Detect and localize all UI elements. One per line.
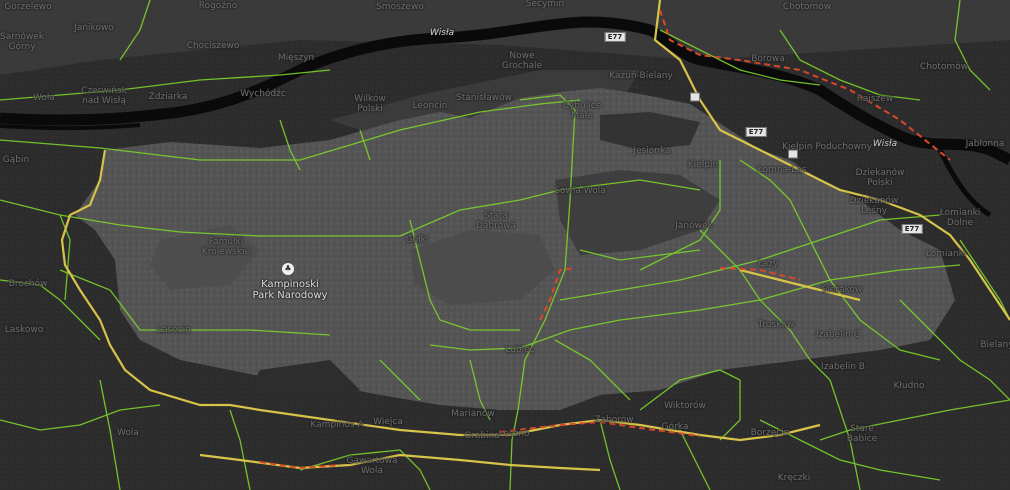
place-label[interactable]: Kiełpin Poduchowny	[782, 142, 872, 152]
place-label[interactable]: Chotomów	[920, 62, 968, 72]
place-label[interactable]: Zdziarka	[149, 92, 188, 102]
place-label[interactable]: Smoszewo	[376, 2, 424, 12]
place-label[interactable]: Wychódźc	[240, 89, 286, 99]
place-label[interactable]: Borzęcin	[751, 428, 790, 438]
place-label[interactable]: Łazy	[758, 259, 779, 269]
place-label[interactable]: Chociszewo	[187, 41, 240, 51]
place-label[interactable]: Jabłonna	[966, 139, 1005, 149]
river-label: Wisła	[429, 28, 455, 38]
river-label: Wisła	[872, 139, 898, 149]
place-label[interactable]: Kręczki	[778, 473, 811, 483]
place-label[interactable]: Chotomów	[783, 2, 831, 12]
place-label[interactable]: Bielany	[980, 340, 1010, 350]
tree-icon: ♣	[282, 263, 294, 275]
highway-shield: E77	[604, 32, 626, 42]
place-label[interactable]: Brochów	[9, 279, 48, 289]
park-name-line1: Kampinoski	[261, 279, 319, 290]
highway-shield	[690, 92, 700, 102]
place-label[interactable]: Rogoźno	[199, 1, 238, 11]
place-label[interactable]: Sierakow	[822, 285, 863, 295]
place-label[interactable]: Wola	[33, 93, 55, 103]
place-label[interactable]: Famułki Królewskie	[198, 237, 254, 257]
place-label[interactable]: Sowia Wola	[554, 186, 605, 196]
place-label[interactable]: Kłudno	[893, 381, 924, 391]
place-label[interactable]: Wiktorów	[664, 401, 706, 411]
place-label[interactable]: Marianów	[451, 409, 495, 419]
place-label[interactable]: Kiełpin	[688, 160, 718, 170]
place-label[interactable]: Kazuń-Bielany	[609, 71, 673, 81]
place-label[interactable]: Łomianki	[926, 249, 967, 259]
place-label[interactable]: Leoncin	[413, 101, 448, 111]
map-viewport[interactable]: ♣ Kampinoski Park Narodowy Wisła Wisła E…	[0, 0, 1010, 490]
place-label[interactable]: Rajszew	[857, 94, 893, 104]
place-label[interactable]: Gąbin	[3, 155, 29, 165]
place-label[interactable]: Izabelin C	[816, 330, 860, 340]
highway-shield: E77	[745, 127, 767, 137]
place-label[interactable]: Dziekanów Polski	[854, 168, 906, 188]
place-label[interactable]: Gorzelewo	[4, 2, 51, 12]
place-label[interactable]: Truskaw	[758, 320, 794, 330]
place-label[interactable]: Sarnówek Górny	[0, 32, 44, 52]
highway-shield: E77	[901, 224, 923, 234]
place-label[interactable]: Wilków Polski	[345, 94, 395, 114]
place-label[interactable]: Czerwińsk nad Wisłą	[74, 86, 134, 106]
place-label[interactable]: Lasocin	[157, 325, 191, 335]
place-label[interactable]: Wiejca	[373, 417, 403, 427]
place-label[interactable]: Laskowo	[5, 325, 43, 335]
place-label[interactable]: Borowa	[751, 54, 785, 64]
place-label[interactable]: Górka	[662, 422, 689, 432]
place-label[interactable]: Janówek	[675, 221, 713, 231]
place-label[interactable]: Zaborów	[594, 415, 633, 425]
place-label[interactable]: Lubiec	[505, 345, 534, 355]
place-label[interactable]: Wola	[117, 428, 139, 438]
place-label[interactable]: Gołki	[406, 235, 429, 245]
place-label[interactable]: Dziekanów Leśny	[848, 196, 900, 216]
map-base-layer	[0, 0, 1010, 490]
place-label[interactable]: Kampinos A	[310, 420, 363, 430]
place-label[interactable]: Grabina	[464, 431, 500, 441]
place-label[interactable]: Mięszyn	[278, 53, 314, 63]
place-label[interactable]: Izabelin B	[821, 362, 865, 372]
place-label[interactable]: Stara Dąbrowa	[472, 211, 520, 231]
place-label[interactable]: Stare Babice	[834, 424, 890, 444]
place-label[interactable]: Cybulice Małe	[557, 101, 607, 121]
park-name-line2: Park Narodowy	[252, 290, 328, 301]
place-label[interactable]: Stanisławów	[456, 93, 512, 103]
place-label[interactable]: Secymin	[526, 0, 565, 9]
place-label[interactable]: Jesionka	[633, 146, 670, 156]
place-label[interactable]: Nowe Grochale	[492, 51, 552, 71]
place-label[interactable]: Janikowo	[74, 23, 114, 33]
place-label[interactable]: Leszno	[498, 429, 529, 439]
place-label[interactable]: Łomianki Dolne	[933, 208, 987, 228]
place-label[interactable]: Gawartowa Wola	[346, 456, 398, 476]
place-label[interactable]: Łomna-Las	[757, 165, 806, 175]
park-label[interactable]: Kampinoski Park Narodowy	[253, 279, 328, 301]
